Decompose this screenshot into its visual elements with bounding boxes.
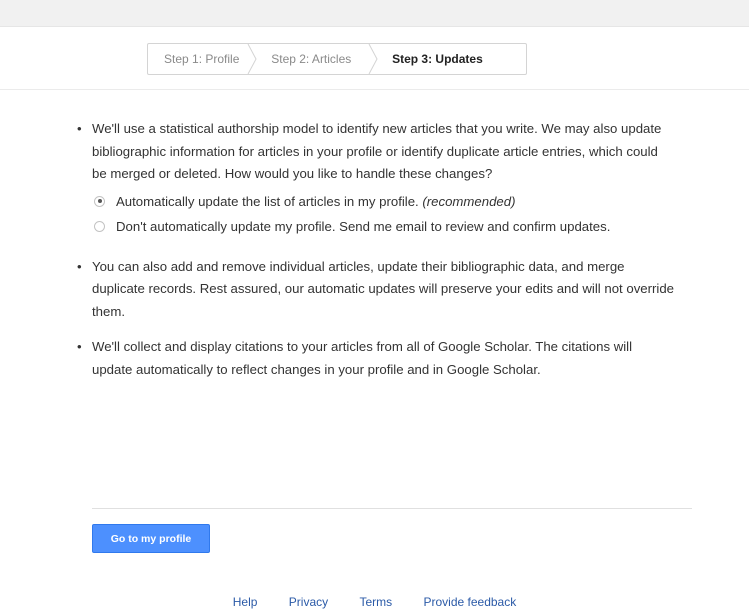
footer-link-feedback[interactable]: Provide feedback [424,595,517,609]
update-options: Automatically update the list of article… [92,193,676,236]
footer-link-terms[interactable]: Terms [359,595,392,609]
footer-link-privacy[interactable]: Privacy [289,595,328,609]
update-settings: • We'll use a statistical authorship mod… [76,118,676,381]
divider [0,89,749,90]
footer: Help Privacy Terms Provide feedback [0,595,749,609]
auto-update-radio[interactable] [94,195,105,207]
bullet-icon: • [77,258,82,274]
auto-update-label: Automatically update the list of article… [116,193,419,209]
list-item: • We'll collect and display citations to… [76,336,676,381]
footer-link-help[interactable]: Help [233,595,258,609]
step-2-label: Step 2: Articles [271,52,352,66]
step-indicator: Step 1: Profile Step 2: Articles Step 3:… [147,43,527,75]
manual-update-radio[interactable] [94,220,105,232]
list-item: • You can also add and remove individual… [76,256,676,324]
manual-update-option[interactable]: Don't automatically update my profile. S… [92,218,676,236]
top-bar [0,0,749,27]
step-3-label: Step 3: Updates [392,52,483,66]
divider [92,508,692,509]
go-to-profile-button[interactable]: Go to my profile [92,524,210,553]
step-2-articles: Step 2: Articles [255,44,378,74]
edit-articles-text: You can also add and remove individual a… [92,258,675,319]
recommended-note: (recommended) [422,193,516,209]
step-1-profile: Step 1: Profile [148,44,257,74]
auto-update-option[interactable]: Automatically update the list of article… [92,193,676,211]
bullet-icon: • [77,339,82,354]
step-1-label: Step 1: Profile [164,52,240,66]
manual-update-label: Don't automatically update my profile. S… [116,218,611,234]
citations-text: We'll collect and display citations to y… [92,339,633,377]
authorship-model-text: We'll use a statistical authorship model… [92,121,662,181]
bullet-icon: • [77,121,82,136]
step-3-updates: Step 3: Updates [376,44,526,74]
list-item: • We'll use a statistical authorship mod… [76,118,676,186]
